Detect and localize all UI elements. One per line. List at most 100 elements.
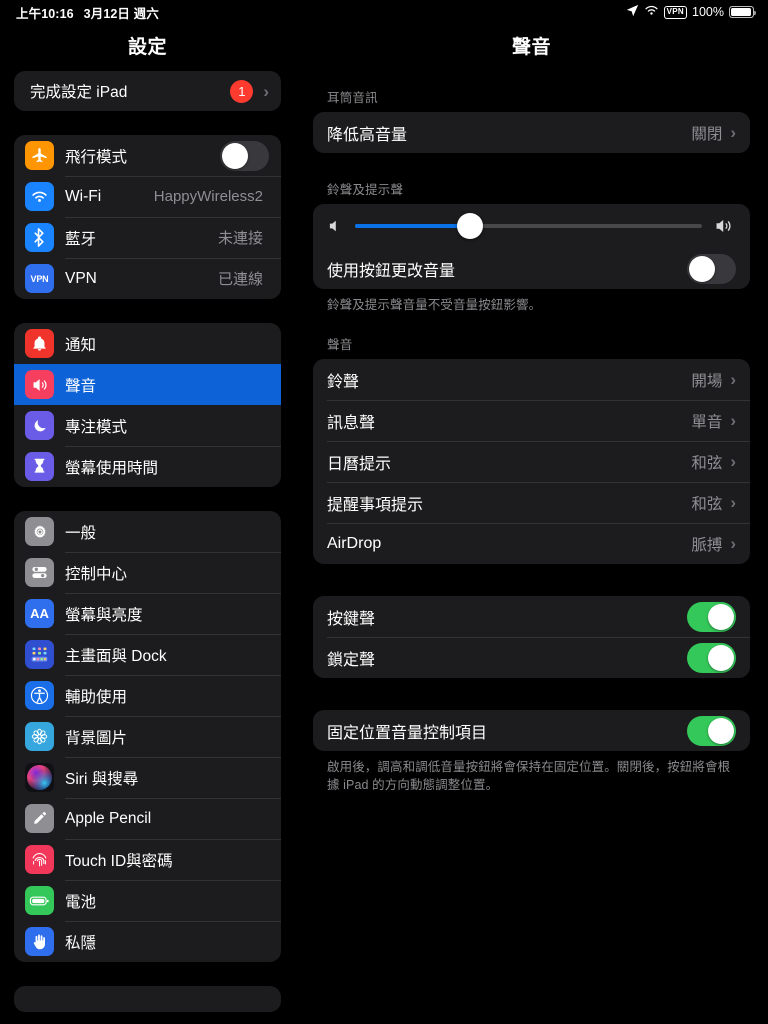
section-footer-fixed-position: 啟用後，調高和調低音量按鈕將會保持在固定位置。關閉後，按鈕將會根據 iPad 的… bbox=[327, 760, 731, 793]
sound-speaker-icon bbox=[25, 370, 54, 399]
fixed-position-volume-toggle[interactable] bbox=[687, 715, 736, 746]
speaker-low-icon bbox=[327, 218, 343, 234]
row-label: 鈴聲 bbox=[327, 373, 360, 391]
sidebar-item-general[interactable]: 一般 bbox=[14, 511, 281, 552]
sidebar-item-label: 通知 bbox=[65, 336, 97, 354]
row-reminder-alerts[interactable]: 提醒事項提示 和弦 › bbox=[313, 482, 750, 523]
sidebar-item-battery[interactable]: 電池 bbox=[14, 880, 281, 921]
wifi-icon bbox=[644, 4, 659, 20]
sidebar-title: 設定 bbox=[127, 37, 167, 58]
status-date: 3月12日 週六 bbox=[83, 6, 159, 21]
sidebar-item-screen-time[interactable]: 螢幕使用時間 bbox=[14, 446, 281, 487]
slider-thumb[interactable] bbox=[456, 213, 483, 239]
sidebar-item-notifications[interactable]: 通知 bbox=[14, 323, 281, 364]
sidebar-item-touch-id-passcode[interactable]: Touch ID與密碼 bbox=[14, 839, 281, 880]
sidebar-item-display-brightness[interactable]: AA 螢幕與亮度 bbox=[14, 593, 281, 634]
sidebar-item-focus[interactable]: 專注模式 bbox=[14, 405, 281, 446]
vpn-icon: VPN bbox=[25, 264, 54, 293]
siri-icon bbox=[25, 763, 54, 792]
sidebar-item-airplane-mode[interactable]: 飛行模式 bbox=[14, 135, 281, 176]
sidebar-item-finish-setup[interactable]: 完成設定 iPad 1 › bbox=[14, 71, 281, 111]
chevron-right-icon: › bbox=[730, 493, 736, 513]
ringer-volume-slider-row[interactable] bbox=[313, 204, 750, 248]
sidebar-group-system: 一般 控制中心 AA 螢幕與亮度 主畫面與 Dock 輔助使用 背景圖片 Sir… bbox=[14, 511, 281, 962]
chevron-right-icon: › bbox=[730, 370, 736, 390]
lock-sound-toggle[interactable] bbox=[687, 642, 736, 673]
headphone-audio-card: 降低高音量 關閉 › bbox=[313, 112, 750, 153]
section-header-sounds: 聲音 bbox=[327, 338, 353, 353]
sidebar-group-partial bbox=[14, 986, 281, 1012]
change-with-buttons-toggle[interactable] bbox=[687, 253, 736, 284]
wifi-network-value: HappyWireless2 bbox=[153, 188, 263, 205]
sidebar-item-accessibility[interactable]: 輔助使用 bbox=[14, 675, 281, 716]
chevron-right-icon: › bbox=[730, 411, 736, 431]
sidebar-item-label: 藍牙 bbox=[65, 230, 97, 248]
sidebar-item-label: 一般 bbox=[65, 524, 97, 542]
row-reduce-loud-sounds[interactable]: 降低高音量 關閉 › bbox=[313, 112, 750, 153]
row-label: 固定位置音量控制項目 bbox=[327, 724, 488, 742]
row-ringtone[interactable]: 鈴聲 開場 › bbox=[313, 359, 750, 400]
sidebar-item-label: Wi-Fi bbox=[65, 187, 102, 205]
wallpaper-flower-icon bbox=[25, 722, 54, 751]
chevron-right-icon: › bbox=[730, 123, 736, 142]
sidebar-item-label: 控制中心 bbox=[65, 565, 128, 583]
apple-pencil-icon bbox=[25, 804, 54, 833]
sidebar-item-label: 私隱 bbox=[65, 934, 97, 952]
sidebar-scroll-area[interactable]: 完成設定 iPad 1 › 飛行模式 Wi-Fi HappyWireless2 … bbox=[0, 71, 295, 1024]
row-label: 提醒事項提示 bbox=[327, 496, 424, 514]
sidebar-item-siri-search[interactable]: Siri 與搜尋 bbox=[14, 757, 281, 798]
focus-moon-icon bbox=[25, 411, 54, 440]
airplane-mode-toggle[interactable] bbox=[220, 140, 269, 171]
row-change-with-buttons[interactable]: 使用按鈕更改音量 bbox=[313, 248, 750, 289]
row-text-tone[interactable]: 訊息聲 單音 › bbox=[313, 400, 750, 441]
sound-settings-pane[interactable]: 聲音 耳筒音訊 降低高音量 關閉 › 鈴聲及提示聲 使用按鈕更改音量 鈴聲及提示… bbox=[295, 0, 768, 1024]
hourglass-icon bbox=[25, 452, 54, 481]
row-lock-sound[interactable]: 鎖定聲 bbox=[313, 637, 750, 678]
status-bar-left: 上午10:16 3月12日 週六 bbox=[16, 3, 159, 22]
section-header-ringer-alerts: 鈴聲及提示聲 bbox=[327, 183, 404, 197]
sidebar-item-wallpaper[interactable]: 背景圖片 bbox=[14, 716, 281, 757]
sidebar-item-label: 專注模式 bbox=[65, 418, 128, 436]
page-title: 聲音 bbox=[511, 37, 551, 58]
gear-icon bbox=[25, 517, 54, 546]
sidebar-item-label: 螢幕使用時間 bbox=[65, 459, 159, 477]
row-keyboard-clicks[interactable]: 按鍵聲 bbox=[313, 596, 750, 637]
row-value: 關閉 bbox=[691, 125, 723, 143]
detail-scroll-area[interactable]: 耳筒音訊 降低高音量 關閉 › 鈴聲及提示聲 使用按鈕更改音量 鈴聲及提示聲音量… bbox=[295, 65, 768, 794]
vpn-status-icon: VPN bbox=[663, 5, 688, 19]
row-fixed-position-volume[interactable]: 固定位置音量控制項目 bbox=[313, 710, 750, 751]
sidebar-item-bluetooth[interactable]: 藍牙 未連接 bbox=[14, 217, 281, 258]
row-airdrop[interactable]: AirDrop 脈搏 › bbox=[313, 523, 750, 564]
row-value: 單音 bbox=[691, 413, 723, 431]
sidebar-item-apple-pencil[interactable]: Apple Pencil bbox=[14, 798, 281, 839]
touch-id-fingerprint-icon bbox=[25, 845, 54, 874]
airplane-icon bbox=[25, 141, 54, 170]
ringer-volume-slider[interactable] bbox=[355, 213, 702, 239]
chevron-right-icon: › bbox=[263, 81, 269, 101]
sidebar-item-vpn[interactable]: VPN VPN 已連線 bbox=[14, 258, 281, 299]
row-label: 使用按鈕更改音量 bbox=[327, 262, 456, 280]
row-value: 和弦 bbox=[691, 454, 723, 472]
battery-green-icon bbox=[25, 886, 54, 915]
settings-sidebar[interactable]: 設定 完成設定 iPad 1 › 飛行模式 Wi-Fi HappyWireles… bbox=[0, 0, 295, 1024]
sidebar-item-control-center[interactable]: 控制中心 bbox=[14, 552, 281, 593]
row-label: 降低高音量 bbox=[327, 126, 408, 144]
sidebar-item-home-screen-dock[interactable]: 主畫面與 Dock bbox=[14, 634, 281, 675]
sidebar-item-sounds[interactable]: 聲音 bbox=[14, 364, 281, 405]
row-label: 鎖定聲 bbox=[327, 651, 376, 669]
fixed-position-volume-card: 固定位置音量控制項目 bbox=[313, 710, 750, 752]
row-calendar-alerts[interactable]: 日曆提示 和弦 › bbox=[313, 441, 750, 482]
keyboard-clicks-toggle[interactable] bbox=[687, 601, 736, 632]
row-label: AirDrop bbox=[327, 534, 382, 552]
sidebar-item-privacy[interactable]: 私隱 bbox=[14, 921, 281, 962]
row-label: 日曆提示 bbox=[327, 455, 392, 473]
section-header-headphone-audio: 耳筒音訊 bbox=[327, 91, 378, 105]
notifications-bell-icon bbox=[25, 329, 54, 358]
sidebar-item-label: Touch ID與密碼 bbox=[65, 852, 173, 870]
accessibility-icon bbox=[25, 681, 54, 710]
row-label: 按鍵聲 bbox=[327, 610, 376, 628]
vpn-status-value: 已連線 bbox=[217, 271, 263, 288]
sidebar-item-wifi[interactable]: Wi-Fi HappyWireless2 bbox=[14, 176, 281, 217]
